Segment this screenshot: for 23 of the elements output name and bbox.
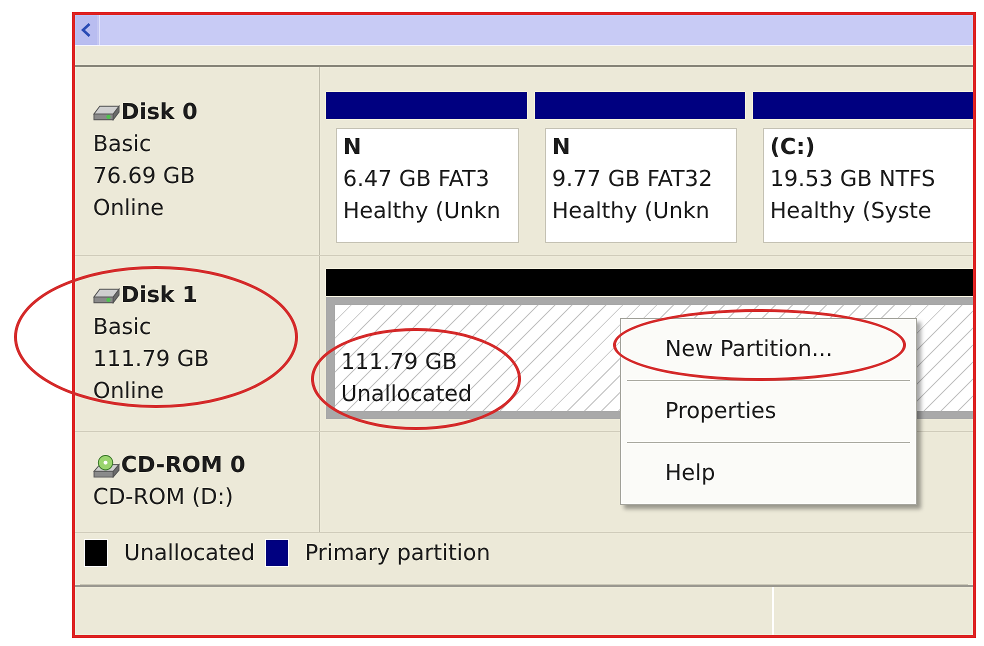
partition-capacity: 19.53 GB NTFS xyxy=(770,166,936,194)
disk-name: Disk 0 xyxy=(121,99,198,127)
partition-capacity: 6.47 GB FAT3 xyxy=(343,166,490,194)
volume-label: N xyxy=(552,134,570,162)
partition-status: Healthy (Unkn xyxy=(343,198,501,226)
disk-type: Basic xyxy=(93,131,152,159)
disk-type: Basic xyxy=(93,314,152,342)
disk-status: Online xyxy=(93,378,164,406)
disk-status: Online xyxy=(93,195,164,223)
volume-label: (C:) xyxy=(770,134,816,162)
legend-label: Primary partition xyxy=(304,540,490,566)
disk-size: 76.69 GB xyxy=(93,163,196,191)
disk-type: CD-ROM (D:) xyxy=(93,484,234,512)
partition-status: Healthy (Syste xyxy=(770,198,932,226)
partition-capacity: 111.79 GB xyxy=(341,349,458,377)
partition-status: Unallocated xyxy=(341,381,472,409)
volume-label: N xyxy=(343,134,362,162)
legend-label: Unallocated xyxy=(124,540,255,566)
disk-size: 111.79 GB xyxy=(93,346,210,374)
disk-name: CD-ROM 0 xyxy=(121,452,246,480)
disk-name: Disk 1 xyxy=(121,282,198,310)
partition-status: Healthy (Unkn xyxy=(552,198,710,226)
partition-capacity: 9.77 GB FAT32 xyxy=(552,166,713,194)
